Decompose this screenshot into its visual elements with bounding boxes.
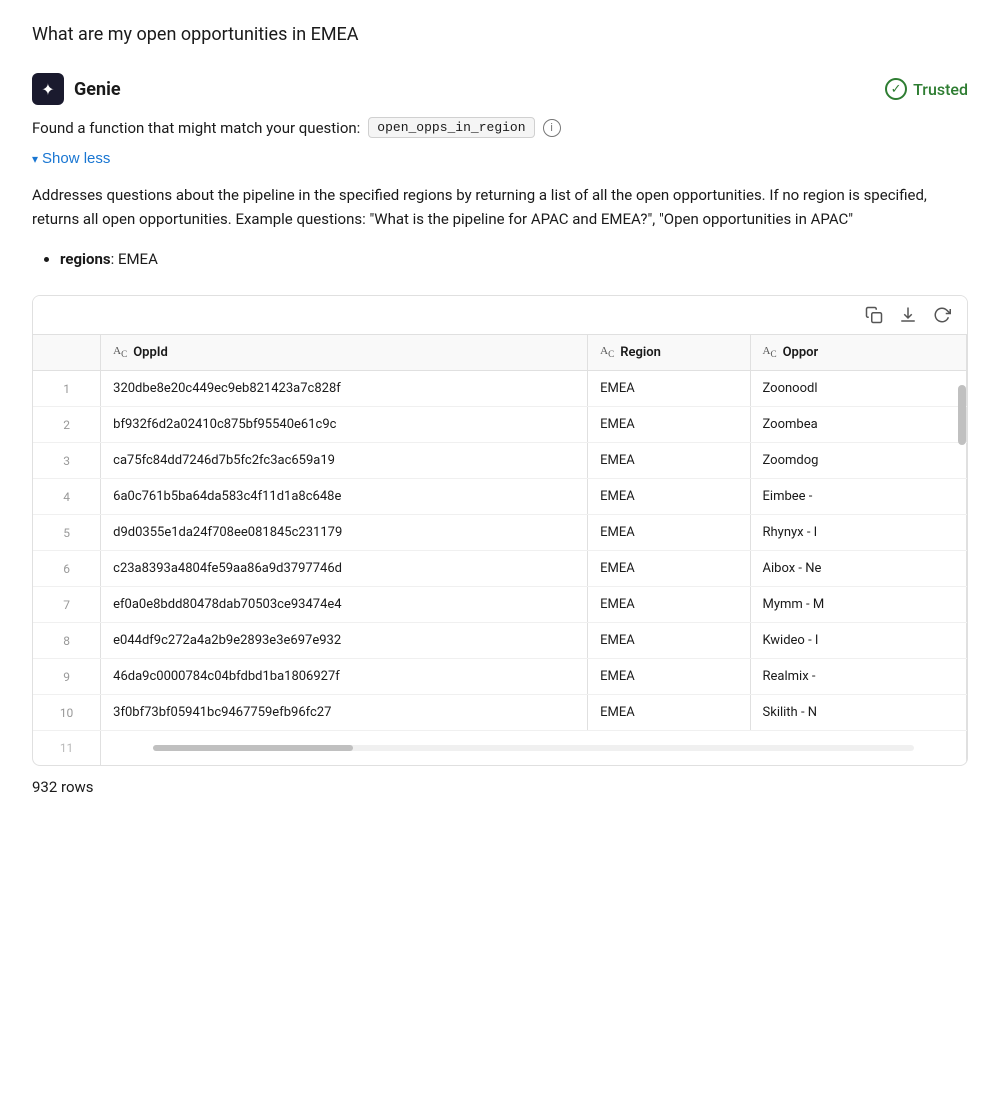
- table-row: 3 ca75fc84dd7246d7b5fc2fc3ac659a19 EMEA …: [33, 443, 967, 479]
- genie-icon: ✦: [32, 73, 64, 105]
- row-oppid-cell: d9d0355e1da24f708ee081845c231179: [101, 515, 588, 551]
- table-row: 7 ef0a0e8bdd80478dab70503ce93474e4 EMEA …: [33, 587, 967, 623]
- trusted-circle-icon: ✓: [885, 78, 907, 100]
- genie-container: ✦ Genie ✓ Trusted Found a function that …: [32, 73, 968, 796]
- trusted-badge: ✓ Trusted: [885, 78, 968, 100]
- download-icon[interactable]: [899, 306, 917, 324]
- row-num-cell: 2: [33, 407, 101, 443]
- row-opport-cell: Aibox - Ne: [750, 551, 966, 587]
- scrollbar-cell[interactable]: [101, 731, 967, 766]
- col-header-opport[interactable]: AC Oppor: [750, 335, 966, 371]
- description-text: Addresses questions about the pipeline i…: [32, 183, 968, 231]
- row-num-cell: 11: [33, 731, 101, 766]
- row-oppid-cell: ef0a0e8bdd80478dab70503ce93474e4: [101, 587, 588, 623]
- row-region-cell: EMEA: [588, 587, 750, 623]
- row-opport-cell: Zoomdog: [750, 443, 966, 479]
- row-opport-cell: Eimbee -: [750, 479, 966, 515]
- col-label-region: Region: [620, 345, 661, 360]
- table-row: 5 d9d0355e1da24f708ee081845c231179 EMEA …: [33, 515, 967, 551]
- row-num-cell: 8: [33, 623, 101, 659]
- row-opport-cell: Realmix -: [750, 659, 966, 695]
- table-row: 10 3f0bf73bf05941bc9467759efb96fc27 EMEA…: [33, 695, 967, 731]
- info-icon[interactable]: i: [543, 119, 561, 137]
- rows-count: 932 rows: [32, 778, 968, 796]
- function-badge[interactable]: open_opps_in_region: [368, 117, 534, 138]
- row-oppid-cell: ca75fc84dd7246d7b5fc2fc3ac659a19: [101, 443, 588, 479]
- row-oppid-cell: 6a0c761b5ba64da583c4f11d1a8c648e: [101, 479, 588, 515]
- row-oppid-cell: 3f0bf73bf05941bc9467759efb96fc27: [101, 695, 588, 731]
- table-row: 4 6a0c761b5ba64da583c4f11d1a8c648e EMEA …: [33, 479, 967, 515]
- row-region-cell: EMEA: [588, 371, 750, 407]
- table-row: 6 c23a8393a4804fe59aa86a9d3797746d EMEA …: [33, 551, 967, 587]
- row-opport-cell: Zoombea: [750, 407, 966, 443]
- row-num-cell: 3: [33, 443, 101, 479]
- page-question: What are my open opportunities in EMEA: [32, 24, 968, 45]
- table-wrapper: AC OppId AC Region AC: [32, 295, 968, 766]
- row-num-cell: 6: [33, 551, 101, 587]
- col-header-rownum: [33, 335, 101, 371]
- genie-header: ✦ Genie ✓ Trusted: [32, 73, 968, 105]
- row-oppid-cell: 46da9c0000784c04bfdbd1ba1806927f: [101, 659, 588, 695]
- row-region-cell: EMEA: [588, 623, 750, 659]
- show-less-label: Show less: [42, 150, 110, 167]
- param-name: regions: [60, 250, 111, 268]
- checkmark-icon: ✓: [891, 82, 902, 97]
- row-num-cell: 10: [33, 695, 101, 731]
- table-row: 9 46da9c0000784c04bfdbd1ba1806927f EMEA …: [33, 659, 967, 695]
- param-item: regions: EMEA: [60, 247, 968, 271]
- row-opport-cell: Zoonoodl: [750, 371, 966, 407]
- col-type-icon-region: AC: [600, 345, 614, 359]
- table-scroll-container: AC OppId AC Region AC: [33, 335, 967, 765]
- col-label-oppid: OppId: [133, 345, 168, 360]
- chevron-down-icon: ▾: [32, 152, 38, 166]
- scroll-indicator: [958, 385, 966, 445]
- col-type-icon-oppid: AC: [113, 345, 127, 359]
- row-region-cell: EMEA: [588, 551, 750, 587]
- table-row: 1 320dbe8e20c449ec9eb821423a7c828f EMEA …: [33, 371, 967, 407]
- row-region-cell: EMEA: [588, 515, 750, 551]
- found-function-line: Found a function that might match your q…: [32, 117, 968, 138]
- row-num-cell: 1: [33, 371, 101, 407]
- param-separator: :: [111, 250, 118, 268]
- trusted-label: Trusted: [913, 80, 968, 99]
- row-opport-cell: Mymm - M: [750, 587, 966, 623]
- found-function-text: Found a function that might match your q…: [32, 119, 360, 137]
- table-row: 11: [33, 731, 967, 766]
- row-region-cell: EMEA: [588, 695, 750, 731]
- row-oppid-cell: bf932f6d2a02410c875bf95540e61c9c: [101, 407, 588, 443]
- row-region-cell: EMEA: [588, 659, 750, 695]
- row-opport-cell: Kwideo - I: [750, 623, 966, 659]
- table-toolbar: [33, 296, 967, 335]
- param-value: EMEA: [118, 250, 158, 268]
- params-list: regions: EMEA: [60, 247, 968, 271]
- row-num-cell: 4: [33, 479, 101, 515]
- row-opport-cell: Skilith - N: [750, 695, 966, 731]
- col-label-opport: Oppor: [783, 345, 819, 360]
- copy-icon[interactable]: [865, 306, 883, 324]
- genie-name: Genie: [74, 79, 121, 100]
- row-oppid-cell: c23a8393a4804fe59aa86a9d3797746d: [101, 551, 588, 587]
- row-oppid-cell: e044df9c272a4a2b9e2893e3e697e932: [101, 623, 588, 659]
- row-oppid-cell: 320dbe8e20c449ec9eb821423a7c828f: [101, 371, 588, 407]
- table-row: 8 e044df9c272a4a2b9e2893e3e697e932 EMEA …: [33, 623, 967, 659]
- row-num-cell: 7: [33, 587, 101, 623]
- col-type-icon-opport: AC: [763, 345, 777, 359]
- row-region-cell: EMEA: [588, 479, 750, 515]
- col-header-region[interactable]: AC Region: [588, 335, 750, 371]
- row-opport-cell: Rhynyx - I: [750, 515, 966, 551]
- row-region-cell: EMEA: [588, 407, 750, 443]
- table-row: 2 bf932f6d2a02410c875bf95540e61c9c EMEA …: [33, 407, 967, 443]
- data-table: AC OppId AC Region AC: [33, 335, 967, 765]
- row-num-cell: 5: [33, 515, 101, 551]
- col-header-oppid[interactable]: AC OppId: [101, 335, 588, 371]
- row-region-cell: EMEA: [588, 443, 750, 479]
- show-less-button[interactable]: ▾ Show less: [32, 146, 110, 171]
- row-num-cell: 9: [33, 659, 101, 695]
- genie-title-area: ✦ Genie: [32, 73, 121, 105]
- refresh-icon[interactable]: [933, 306, 951, 324]
